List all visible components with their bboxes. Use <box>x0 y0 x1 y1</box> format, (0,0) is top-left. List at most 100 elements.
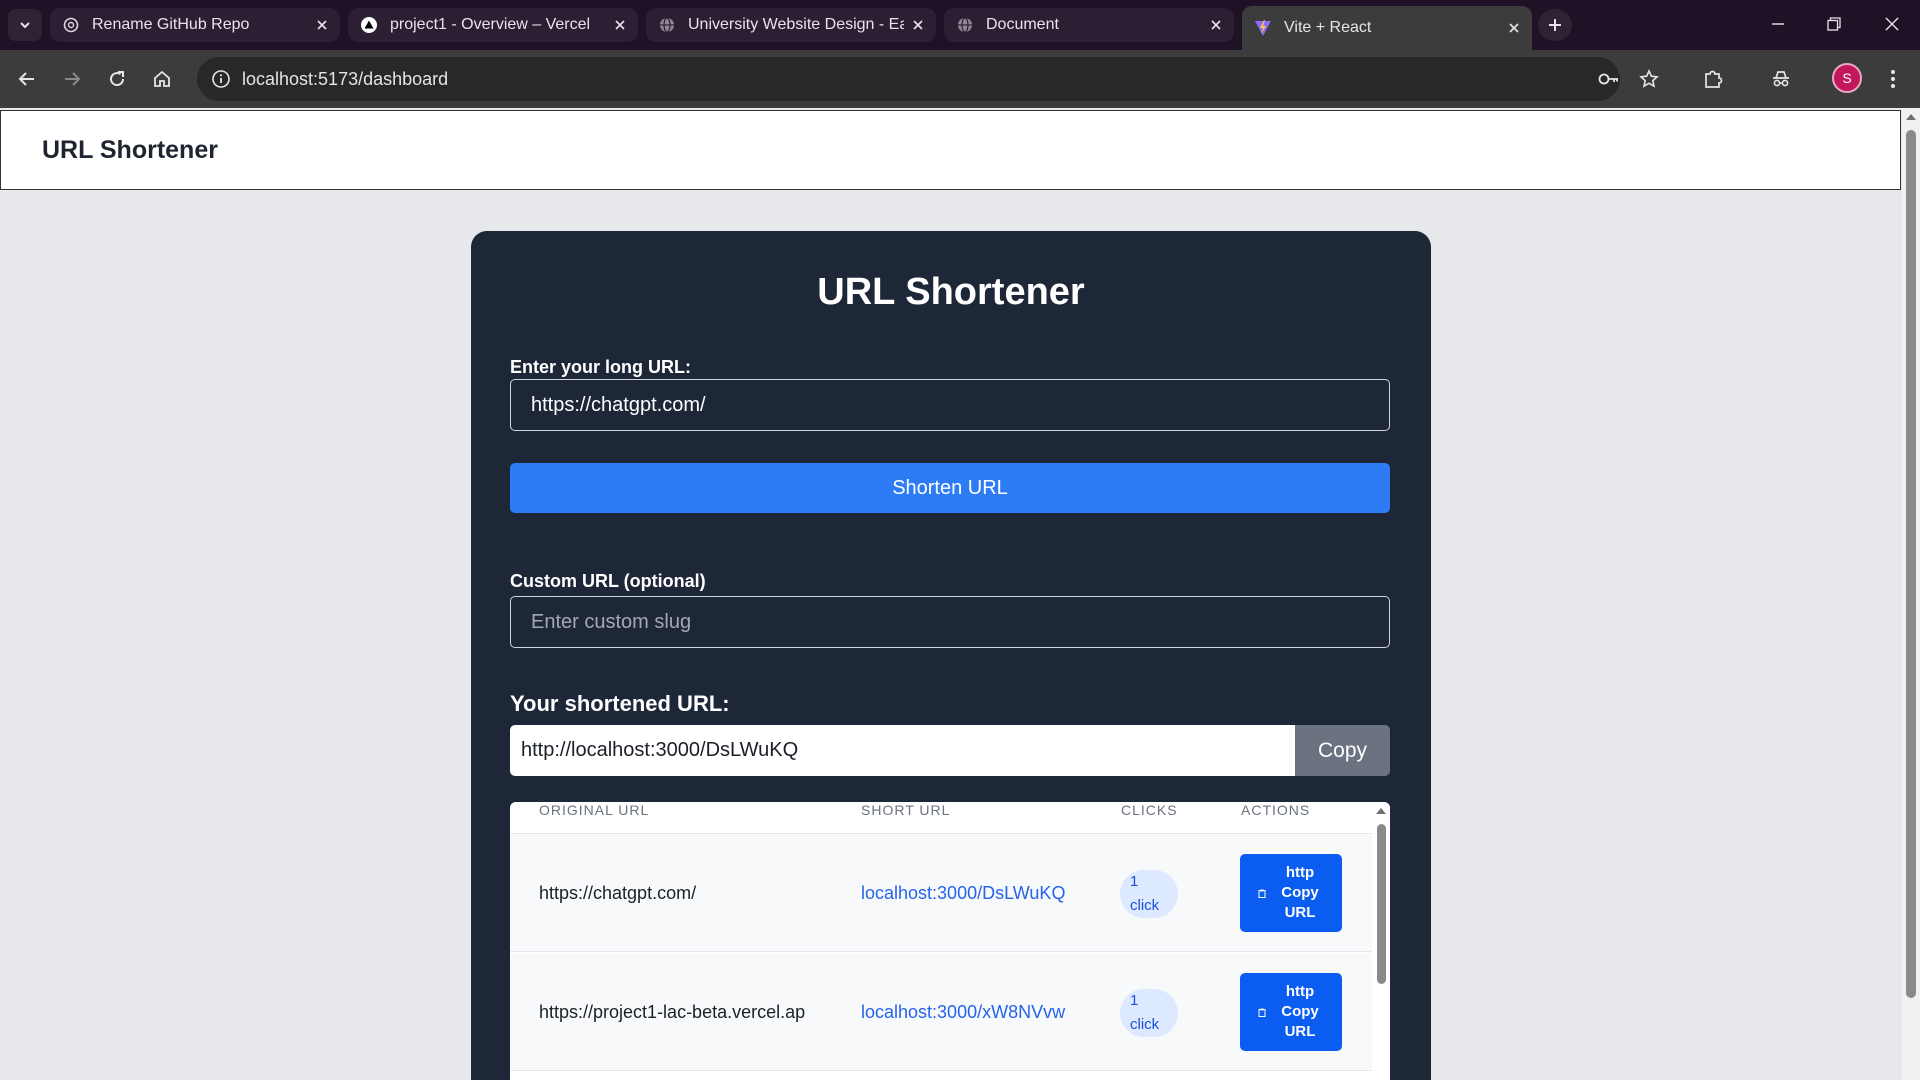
tab-title: Document <box>986 16 1059 33</box>
copy-url-button[interactable]: http Copy URL <box>1240 854 1342 932</box>
vite-icon <box>1254 19 1272 37</box>
copy-url-label: http Copy URL <box>1272 863 1328 923</box>
action-line: Copy <box>1281 1003 1319 1020</box>
back-button[interactable] <box>9 61 45 97</box>
more-vertical-icon <box>1891 70 1895 88</box>
tab-title: University Website Design - Eas <box>688 16 904 33</box>
tab-title: Rename GitHub Repo <box>92 16 250 33</box>
reload-button[interactable] <box>99 61 135 97</box>
close-icon[interactable] <box>1500 14 1528 42</box>
site-info-icon[interactable] <box>209 67 233 91</box>
close-window-button[interactable] <box>1872 6 1912 42</box>
column-header-short-url: SHORT URL <box>861 802 951 818</box>
action-line: http <box>1285 864 1315 881</box>
table-row: https://chatgpt.com/ localhost:3000/DsLW… <box>510 834 1372 952</box>
clicks-badge: 1 click <box>1120 870 1178 918</box>
short-url-link[interactable]: localhost:3000/DsLWuKQ <box>861 834 1065 952</box>
incognito-icon <box>1773 71 1789 87</box>
copy-button[interactable]: Copy <box>1295 725 1390 776</box>
address-bar[interactable]: localhost:5173/dashboard <box>197 57 1620 101</box>
page-scrollbar[interactable] <box>1902 108 1920 1080</box>
tab-rename-github-repo[interactable]: Rename GitHub Repo <box>50 8 340 42</box>
page-scrollbar-thumb[interactable] <box>1906 130 1916 998</box>
tab-title: Vite + React <box>1284 19 1372 36</box>
browser-menu-button[interactable] <box>1875 61 1911 97</box>
action-line: URL <box>1284 904 1316 921</box>
browser-tab-bar: Rename GitHub Repo project1 - Overview –… <box>0 0 1920 50</box>
password-key-icon[interactable] <box>1597 67 1621 91</box>
globe-icon <box>658 16 676 34</box>
close-icon[interactable] <box>904 11 932 39</box>
clicks-unit: click <box>1130 1016 1160 1033</box>
action-line: Copy <box>1281 884 1319 901</box>
puzzle-icon <box>1705 70 1723 88</box>
copy-url-label: http Copy URL <box>1272 982 1328 1042</box>
column-header-clicks: CLICKS <box>1121 802 1178 818</box>
home-button[interactable] <box>144 61 180 97</box>
plus-icon <box>1549 19 1561 31</box>
new-tab-button[interactable] <box>1538 9 1572 41</box>
table-scrollbar[interactable] <box>1372 802 1390 1080</box>
long-url-input[interactable]: https://chatgpt.com/ <box>510 379 1390 431</box>
clicks-badge: 1 click <box>1120 989 1178 1037</box>
table-header: ORIGINAL URL SHORT URL CLICKS ACTIONS <box>510 802 1372 834</box>
minimize-icon <box>1772 23 1784 25</box>
scroll-up-arrow-icon[interactable] <box>1376 808 1386 814</box>
arrow-right-icon <box>65 72 81 86</box>
minimize-button[interactable] <box>1758 6 1798 42</box>
table-row: https://project1-lac-beta.vercel.ap loca… <box>510 953 1372 1071</box>
clipboard-icon <box>1252 1008 1272 1017</box>
clicks-count: 1 <box>1130 873 1139 890</box>
app-title: URL Shortener <box>42 136 218 164</box>
shorten-url-button[interactable]: Shorten URL <box>510 463 1390 513</box>
address-url[interactable]: localhost:5173/dashboard <box>242 57 448 101</box>
page-viewport: URL Shortener URL Shortener Enter your l… <box>0 108 1902 1080</box>
app-header: URL Shortener <box>0 110 1901 190</box>
close-icon[interactable] <box>1202 11 1230 39</box>
tab-university-website[interactable]: University Website Design - Eas <box>646 8 936 42</box>
column-header-actions: ACTIONS <box>1241 802 1311 818</box>
short-url-link[interactable]: localhost:3000/xW8NVvw <box>861 953 1065 1071</box>
incognito-button[interactable] <box>1763 61 1799 97</box>
reload-icon <box>110 71 125 87</box>
action-line: http <box>1285 983 1315 1000</box>
copy-url-button[interactable]: http Copy URL <box>1240 973 1342 1051</box>
profile-avatar[interactable]: S <box>1832 63 1862 93</box>
urls-table: ORIGINAL URL SHORT URL CLICKS ACTIONS ht… <box>510 802 1390 1080</box>
bookmark-star-button[interactable] <box>1631 61 1667 97</box>
clicks-unit: click <box>1130 897 1160 914</box>
chevron-down-icon <box>20 22 30 29</box>
browser-toolbar: localhost:5173/dashboard <box>0 50 1920 108</box>
home-icon <box>154 70 170 87</box>
clicks-count: 1 <box>1130 992 1139 1009</box>
custom-url-label: Custom URL (optional) <box>510 571 706 591</box>
shortened-url-title: Your shortened URL: <box>510 691 730 716</box>
custom-slug-input[interactable]: Enter custom slug <box>510 596 1390 648</box>
clipboard-icon <box>1252 889 1272 898</box>
tab-title: project1 - Overview – Vercel <box>390 16 591 33</box>
tab-vercel-overview[interactable]: project1 - Overview – Vercel <box>348 8 638 42</box>
card-title: URL Shortener <box>817 271 1085 313</box>
original-url-cell: https://chatgpt.com/ <box>539 882 697 903</box>
vercel-icon <box>360 16 378 34</box>
restore-icon <box>1827 17 1841 31</box>
tab-search-button[interactable] <box>8 9 42 41</box>
shortened-url-field[interactable]: http://localhost:3000/DsLWuKQ <box>510 725 1295 776</box>
extensions-button[interactable] <box>1695 61 1731 97</box>
restore-button[interactable] <box>1814 6 1854 42</box>
arrow-left-icon <box>18 72 34 86</box>
globe-icon <box>956 16 974 34</box>
long-url-label: Enter your long URL: <box>510 357 691 377</box>
column-header-original-url: ORIGINAL URL <box>539 802 650 818</box>
table-scrollbar-thumb[interactable] <box>1377 824 1386 984</box>
shortener-card: URL Shortener Enter your long URL: https… <box>471 231 1431 1080</box>
scroll-up-arrow-icon[interactable] <box>1906 114 1916 120</box>
forward-button[interactable] <box>54 61 90 97</box>
close-icon[interactable] <box>308 11 336 39</box>
tab-vite-react[interactable]: Vite + React <box>1242 6 1532 50</box>
close-icon <box>1885 17 1899 31</box>
tab-document[interactable]: Document <box>944 8 1234 42</box>
openai-icon <box>62 16 80 34</box>
close-icon[interactable] <box>606 11 634 39</box>
original-url-cell: https://project1-lac-beta.vercel.ap <box>539 1001 806 1022</box>
